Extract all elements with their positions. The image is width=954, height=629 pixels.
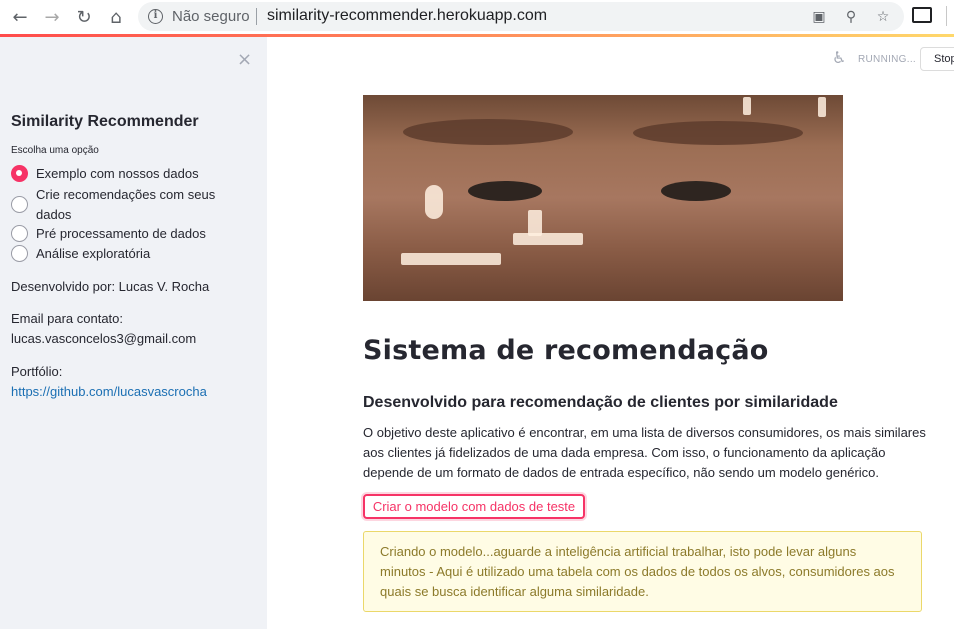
url-text[interactable]: similarity-recommender.herokuapp.com (267, 7, 547, 25)
page-title: Sistema de recomendação (363, 335, 769, 366)
hero-glow-mark (425, 185, 443, 219)
portfolio-label: Portfólio: (11, 364, 63, 379)
hero-glow-mark (818, 97, 826, 117)
hero-glow-mark (513, 233, 583, 245)
bookmark-star-icon[interactable]: ☆ (874, 8, 892, 26)
radio-unchecked-icon[interactable] (11, 245, 28, 262)
hero-glow-mark (401, 253, 501, 265)
hero-right-eye (661, 181, 731, 201)
radio-option-exploratory[interactable]: Análise exploratória (11, 244, 226, 264)
running-label: RUNNING... (858, 53, 916, 65)
radio-option-preprocessing[interactable]: Pré processamento de dados (11, 224, 226, 244)
security-label: Não seguro (172, 8, 250, 25)
radio-option-create[interactable]: Crie recomendações com seus dados (11, 185, 226, 225)
browser-toolbar: ← → ↻ ⌂ i Não seguro similarity-recommen… (0, 0, 954, 34)
email-value: lucas.vasconcelos3@gmail.com (11, 331, 197, 346)
zoom-icon[interactable]: ⚲ (842, 8, 860, 26)
omnibox-divider (256, 8, 257, 25)
cast-screen-icon[interactable] (912, 7, 932, 23)
radio-unchecked-icon[interactable] (11, 225, 28, 242)
radio-option-label: Exemplo com nossos dados (36, 166, 199, 181)
radio-option-label: Pré processamento de dados (36, 226, 206, 241)
reload-icon[interactable]: ↻ (73, 6, 95, 28)
toolbar-divider (946, 6, 947, 26)
email-label: Email para contato: (11, 311, 124, 326)
radio-option-example[interactable]: Exemplo com nossos dados (11, 164, 226, 184)
running-person-icon: ♿ (832, 48, 847, 67)
radio-option-label: Crie recomendações com seus dados (36, 187, 216, 222)
description-paragraph: O objetivo deste aplicativo é encontrar,… (363, 425, 926, 480)
hero-left-eye (468, 181, 542, 201)
home-icon[interactable]: ⌂ (105, 6, 127, 28)
close-sidebar-icon[interactable]: × (237, 49, 252, 70)
developer-credit: Desenvolvido por: Lucas V. Rocha (11, 279, 210, 294)
translate-icon[interactable]: ▣ (810, 8, 828, 26)
hero-left-eyebrow (403, 119, 573, 145)
back-arrow-icon[interactable]: ← (9, 6, 31, 28)
warning-alert: Criando o modelo...aguarde a inteligênci… (363, 531, 922, 612)
running-status: ♿ RUNNING... (832, 48, 916, 70)
hero-right-eyebrow (633, 121, 803, 145)
info-icon[interactable]: i (148, 9, 163, 24)
portfolio-link[interactable]: https://github.com/lucasvascrocha (11, 382, 207, 402)
hero-glow-mark (743, 97, 751, 115)
radio-group-label: Escolha uma opção (11, 145, 99, 156)
sidebar: × Similarity Recommender Escolha uma opç… (0, 37, 267, 629)
address-bar[interactable]: i Não seguro similarity-recommender.hero… (138, 2, 904, 31)
sidebar-title: Similarity Recommender (11, 113, 199, 130)
radio-option-label: Análise exploratória (36, 246, 151, 261)
hero-image (363, 95, 843, 301)
create-model-button[interactable]: Criar o modelo com dados de teste (363, 494, 585, 519)
radio-checked-icon[interactable] (11, 165, 28, 182)
page-subtitle: Desenvolvido para recomendação de client… (363, 394, 838, 411)
stop-button[interactable]: Stop (920, 47, 954, 71)
forward-arrow-icon[interactable]: → (41, 6, 63, 28)
hero-glow-mark (528, 210, 542, 236)
radio-unchecked-icon[interactable] (11, 196, 28, 213)
